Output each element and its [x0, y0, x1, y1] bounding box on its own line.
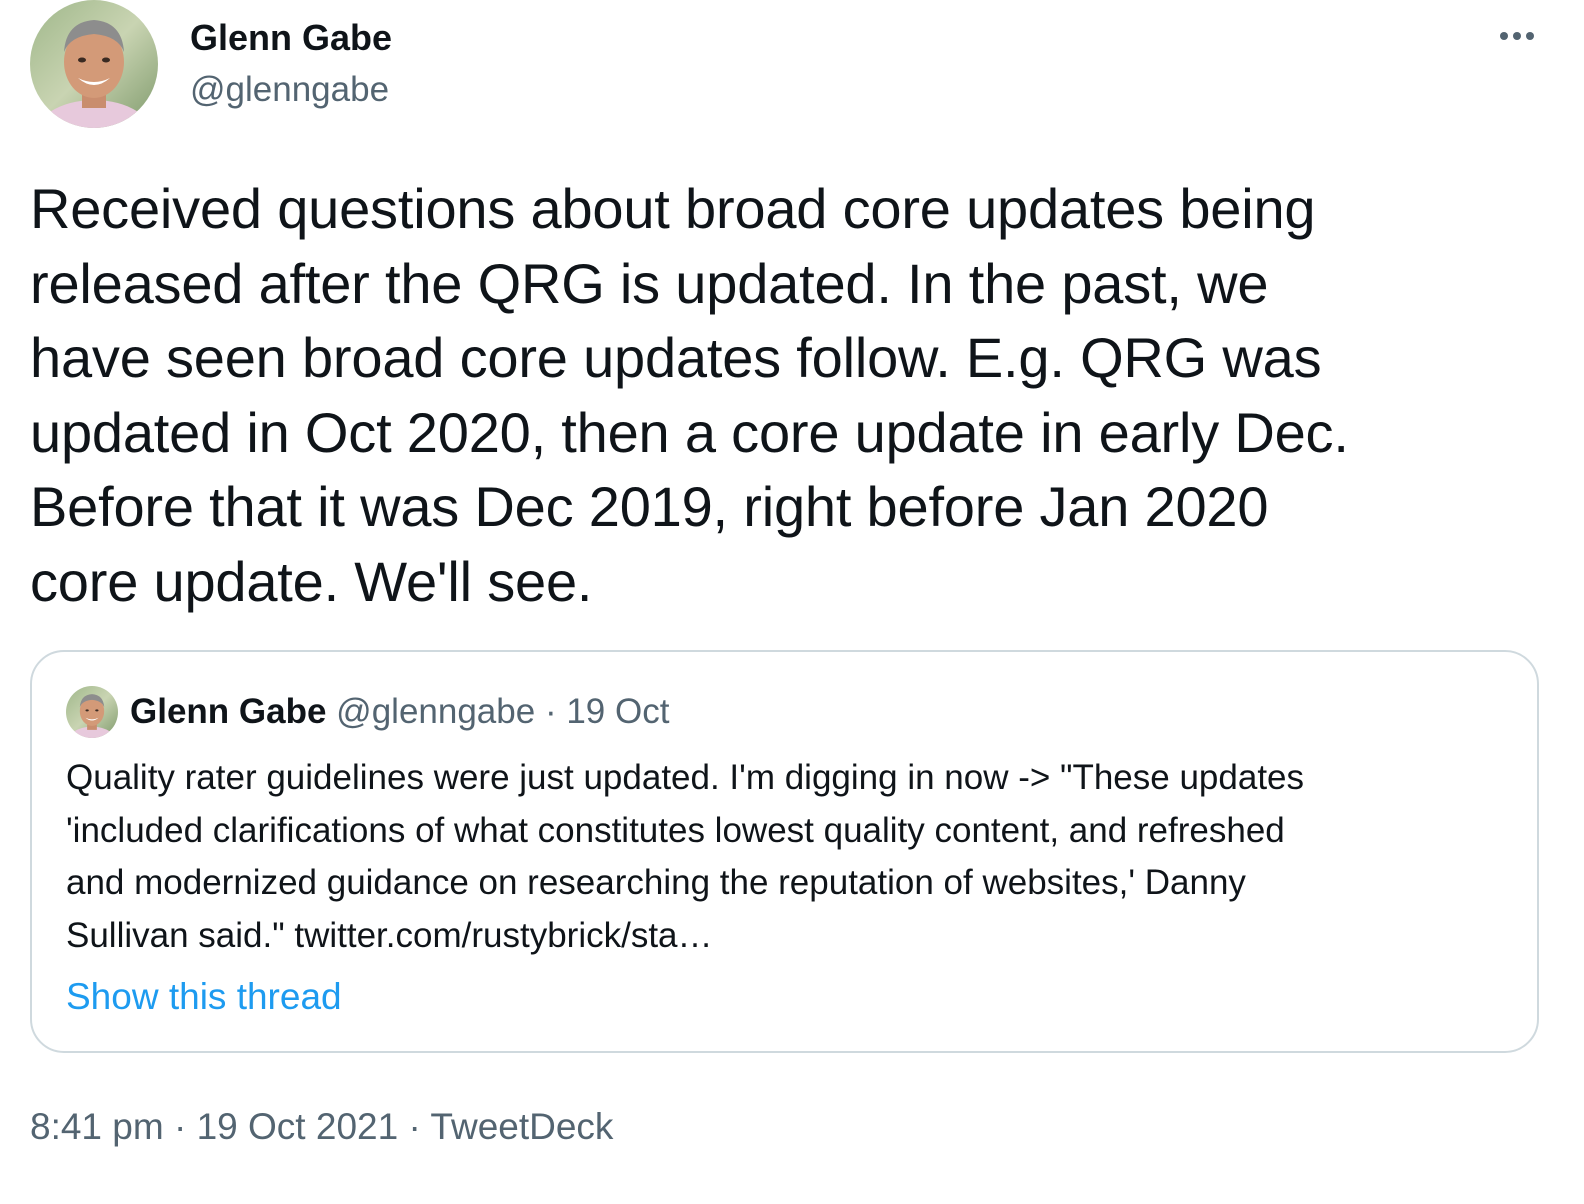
avatar-photo	[30, 0, 158, 128]
tweet: Glenn Gabe @glenngabe Received questions…	[0, 0, 1584, 1204]
author-handle[interactable]: @glenngabe	[190, 68, 389, 112]
author-avatar[interactable]	[30, 0, 158, 128]
show-thread-link[interactable]: Show this thread	[66, 974, 342, 1020]
quoted-tweet-text: Quality rater guidelines were just updat…	[66, 758, 1305, 955]
quoted-header-separator: ·	[544, 692, 557, 731]
quoted-author-name[interactable]: Glenn Gabe	[130, 692, 326, 731]
quoted-tweet-card[interactable]: Glenn Gabe @glenngabe · 19 Oct Quality r…	[30, 650, 1539, 1053]
tweet-date[interactable]: 19 Oct 2021	[197, 1106, 399, 1147]
avatar-photo	[66, 686, 118, 738]
quoted-tweet-date[interactable]: 19 Oct	[566, 692, 669, 731]
quoted-author-handle[interactable]: @glenngabe	[336, 692, 535, 731]
tweet-text: Received questions about broad core upda…	[30, 177, 1349, 613]
author-name[interactable]: Glenn Gabe	[190, 16, 392, 60]
more-horizontal-icon	[1500, 32, 1534, 40]
tweet-time[interactable]: 8:41 pm	[30, 1106, 164, 1147]
meta-separator: ·	[173, 1106, 187, 1147]
tweet-source[interactable]: TweetDeck	[430, 1106, 613, 1147]
meta-separator: ·	[408, 1106, 421, 1147]
tweet-meta: 8:41 pm · 19 Oct 2021 · TweetDeck	[30, 1104, 613, 1150]
more-options-button[interactable]	[1488, 18, 1548, 58]
quoted-author-avatar[interactable]	[66, 686, 118, 738]
quoted-tweet-header: Glenn Gabe @glenngabe · 19 Oct	[130, 690, 669, 734]
